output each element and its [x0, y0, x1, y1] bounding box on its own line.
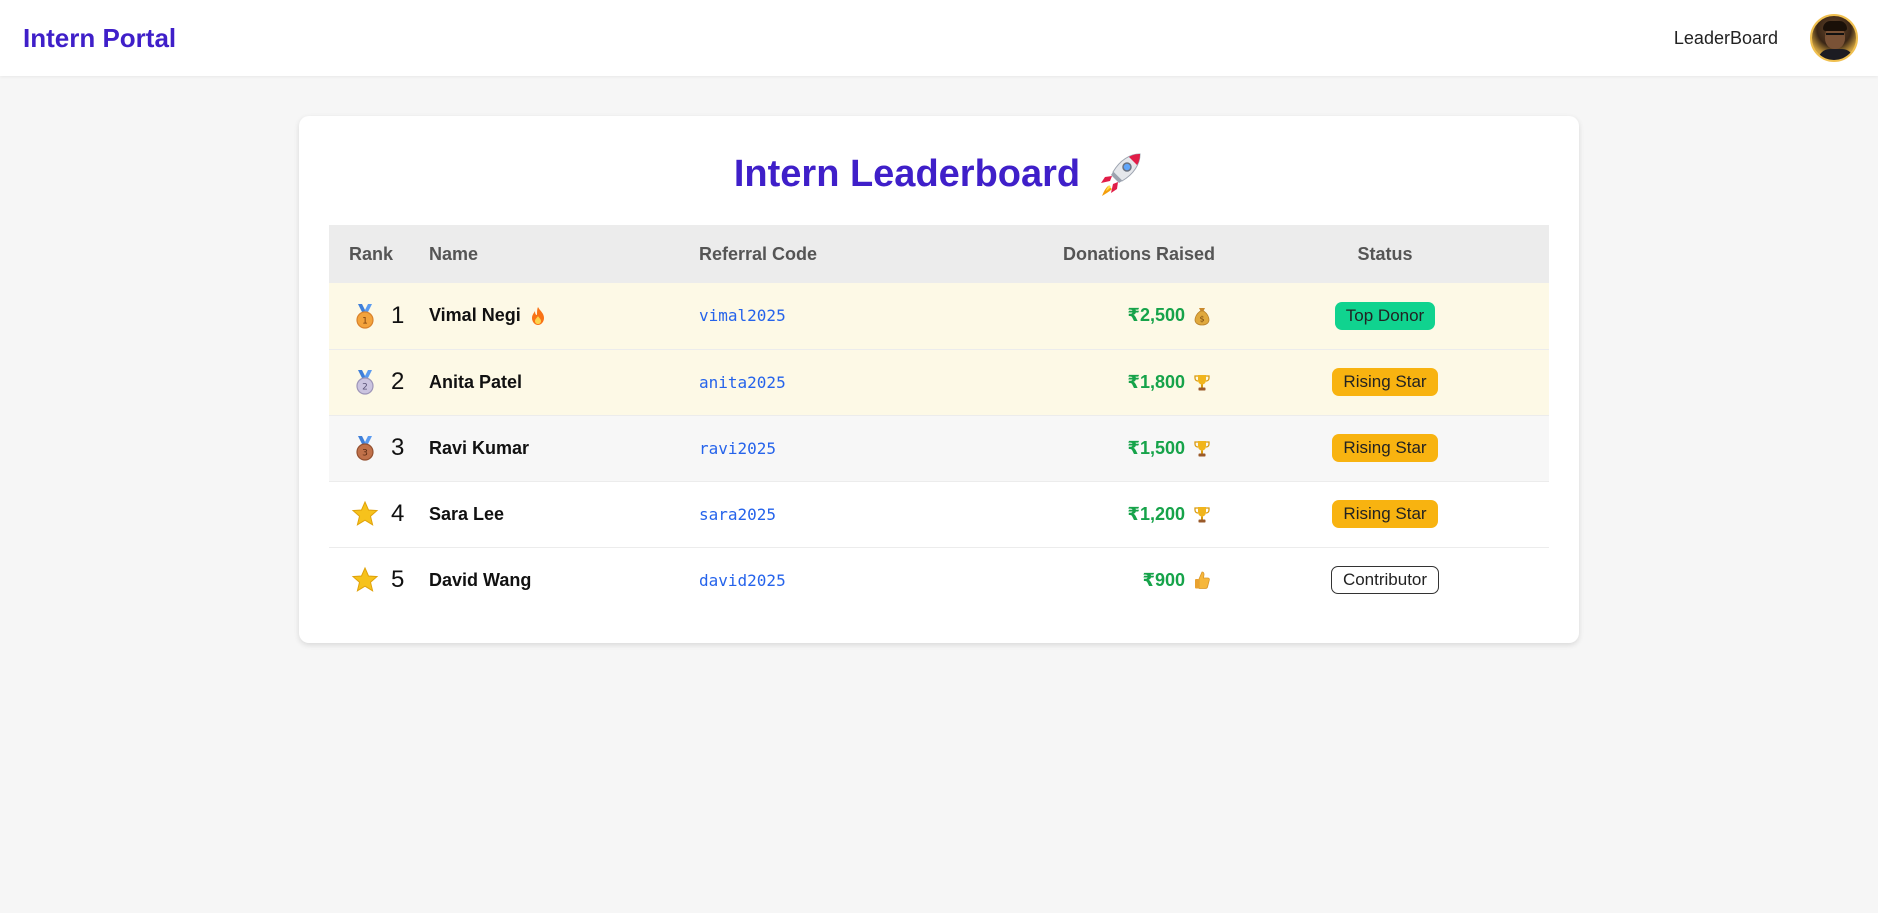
silver-medal-icon: 2 [356, 370, 374, 395]
name-cell: David Wang [429, 547, 699, 613]
intern-name: Ravi Kumar [429, 437, 530, 458]
donations-cell: ₹1,500 [1029, 415, 1221, 481]
avatar-glasses [1826, 33, 1844, 37]
intern-name: Sara Lee [429, 503, 505, 524]
status-badge: Contributor [1330, 566, 1440, 595]
status-cell: Top Donor [1221, 283, 1549, 349]
table-header-row: Rank Name Referral Code Donations Raised… [329, 225, 1549, 283]
svg-text:3: 3 [362, 449, 368, 459]
nav-link-leaderboard[interactable]: LeaderBoard [1674, 28, 1778, 49]
donation-amount: ₹1,500 [1127, 437, 1185, 458]
donation-amount: ₹2,500 [1127, 305, 1185, 326]
donation-amount: ₹900 [1142, 569, 1185, 590]
rank-number: 1 [391, 301, 405, 329]
rank-number: 5 [391, 566, 405, 594]
page-title: Intern Leaderboard [733, 152, 1081, 195]
status-badge: Rising Star [1332, 500, 1438, 528]
rank-cell: 2 2 [329, 349, 429, 415]
header-referral-code[interactable]: Referral Code [699, 225, 1029, 283]
donation-amount: ₹1,200 [1127, 503, 1185, 524]
bronze-medal-icon: 3 [356, 436, 374, 461]
thumbs-up-icon [1195, 571, 1210, 590]
navbar: Intern Portal LeaderBoard [0, 0, 1878, 76]
svg-text:$: $ [1199, 314, 1204, 323]
money-bag-icon: $ [1194, 307, 1210, 326]
rank-cell: 1 1 [329, 283, 429, 349]
name-cell: Vimal Negi [429, 283, 699, 349]
status-cell: Rising Star [1221, 481, 1549, 547]
table-row[interactable]: 5 David Wang david2025 ₹900 Contributor [329, 547, 1549, 613]
rank-cell: 3 3 [329, 415, 429, 481]
leaderboard-table: Rank Name Referral Code Donations Raised… [329, 225, 1549, 613]
rank-cell: 4 [329, 481, 429, 547]
status-cell: Rising Star [1221, 349, 1549, 415]
status-badge: Top Donor [1334, 301, 1436, 330]
rank-number: 4 [391, 500, 405, 527]
avatar-hair [1823, 21, 1847, 31]
intern-name: Anita Patel [429, 371, 523, 392]
star-icon [352, 501, 378, 526]
donations-cell: ₹2,500 $ [1029, 283, 1221, 349]
name-cell: Sara Lee [429, 481, 699, 547]
table-row[interactable]: 2 2 Anita Patel anita2025 ₹1,800 Rising … [329, 349, 1549, 415]
svg-text:2: 2 [362, 383, 368, 393]
referral-code[interactable]: vimal2025 [699, 283, 1029, 349]
leaderboard-card: Intern Leaderboard Rank Name Referral Co… [299, 116, 1579, 643]
status-cell: Contributor [1221, 547, 1549, 613]
rank-cell: 5 [329, 547, 429, 613]
referral-code[interactable]: anita2025 [699, 349, 1029, 415]
fire-icon [531, 306, 544, 325]
donations-cell: ₹900 [1029, 547, 1221, 613]
status-cell: Rising Star [1221, 415, 1549, 481]
rank-number: 3 [391, 434, 405, 461]
status-badge: Rising Star [1332, 434, 1438, 462]
donations-cell: ₹1,800 [1029, 349, 1221, 415]
header-rank[interactable]: Rank [329, 225, 429, 283]
table-row[interactable]: 1 1 Vimal Negi vimal2025 ₹2,500 $ Top Do… [329, 283, 1549, 349]
avatar[interactable] [1810, 14, 1858, 62]
donations-cell: ₹1,200 [1029, 481, 1221, 547]
trophy-icon [1194, 506, 1210, 524]
referral-code[interactable]: david2025 [699, 547, 1029, 613]
intern-name: Vimal Negi [429, 305, 521, 326]
donation-amount: ₹1,800 [1127, 371, 1185, 392]
trophy-icon [1194, 440, 1210, 458]
nav-right: LeaderBoard [1674, 14, 1858, 62]
table-row[interactable]: 3 3 Ravi Kumar ravi2025 ₹1,500 Rising St… [329, 415, 1549, 481]
status-badge: Rising Star [1332, 368, 1438, 396]
name-cell: Anita Patel [429, 349, 699, 415]
trophy-icon [1194, 374, 1210, 392]
title-row: Intern Leaderboard [329, 152, 1549, 196]
name-cell: Ravi Kumar [429, 415, 699, 481]
intern-name: David Wang [429, 569, 532, 590]
table-row[interactable]: 4 Sara Lee sara2025 ₹1,200 Rising Star [329, 481, 1549, 547]
referral-code[interactable]: ravi2025 [699, 415, 1029, 481]
header-name[interactable]: Name [429, 225, 699, 283]
brand-title[interactable]: Intern Portal [23, 23, 176, 54]
gold-medal-icon: 1 [356, 303, 374, 329]
header-status[interactable]: Status [1221, 225, 1549, 283]
rocket-icon [1101, 153, 1141, 196]
svg-text:1: 1 [362, 316, 368, 326]
referral-code[interactable]: sara2025 [699, 481, 1029, 547]
rank-number: 2 [391, 368, 405, 395]
avatar-shirt [1818, 49, 1854, 60]
header-donations[interactable]: Donations Raised [1029, 225, 1221, 283]
star-icon [352, 567, 378, 592]
